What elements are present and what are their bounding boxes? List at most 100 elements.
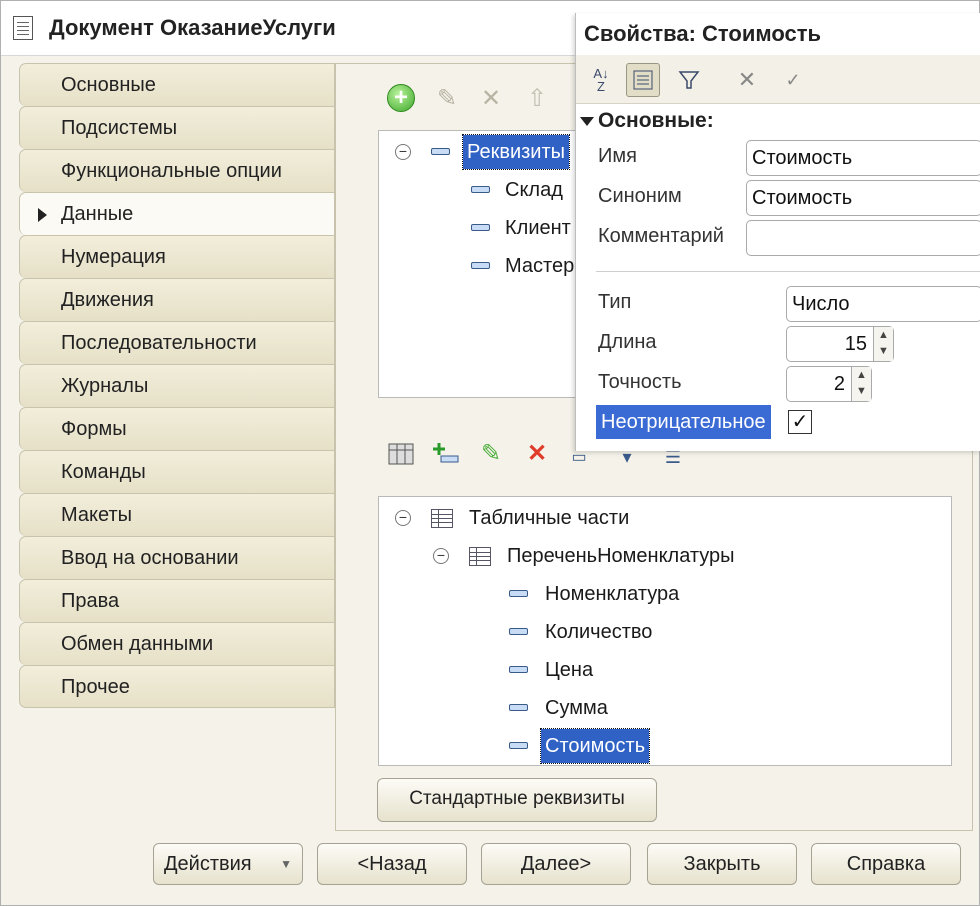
delete-row-icon[interactable]: ✕ — [522, 438, 552, 468]
nav-item-based-on[interactable]: Ввод на основании — [19, 536, 335, 579]
nav-item-functional-options[interactable]: Функциональные опции — [19, 149, 335, 192]
tree-label: Реквизиты — [461, 134, 571, 170]
tree-row[interactable]: Количество — [379, 615, 939, 649]
precision-field[interactable]: 2 ▲ ▼ — [786, 366, 872, 402]
collapse-icon[interactable]: − — [395, 144, 411, 160]
edit-icon[interactable]: ✎ — [432, 83, 462, 113]
divider — [596, 271, 980, 272]
add-icon[interactable]: + — [386, 83, 416, 113]
type-field[interactable]: Число — [786, 286, 980, 322]
nav-item-templates[interactable]: Макеты — [19, 493, 335, 536]
categories-icon[interactable] — [626, 63, 660, 97]
nav-item-movements[interactable]: Движения — [19, 278, 335, 321]
synonym-field[interactable]: Стоимость — [746, 180, 980, 216]
nav-item-label: Права — [61, 590, 120, 612]
tree-row-table[interactable]: − ПереченьНоменклатуры — [379, 539, 939, 573]
properties-title: Свойства: Стоимость — [584, 21, 822, 46]
nav-item-subsystems[interactable]: Подсистемы — [19, 106, 335, 149]
length-field[interactable]: 15 ▲ ▼ — [786, 326, 894, 362]
comment-label: Комментарий — [598, 225, 724, 247]
attribute-icon — [471, 186, 490, 193]
help-button[interactable]: Справка — [811, 843, 961, 885]
delete-icon[interactable]: ✕ — [476, 83, 506, 113]
length-value: 15 — [844, 333, 867, 355]
tree-row[interactable]: Сумма — [379, 691, 939, 725]
attribute-icon — [471, 224, 490, 231]
comment-field[interactable] — [746, 220, 980, 256]
precision-stepper-icon[interactable]: ▲ ▼ — [851, 367, 871, 401]
nav-item-journals[interactable]: Журналы — [19, 364, 335, 407]
length-stepper-icon[interactable]: ▲ ▼ — [873, 327, 893, 361]
nav-item-label: Формы — [61, 418, 127, 440]
section-basic-header[interactable]: Основные: — [580, 109, 714, 133]
precision-label: Точность — [598, 371, 682, 393]
document-window: Документ ОказаниеУслуги Основные Подсист… — [0, 0, 980, 906]
document-icon — [13, 16, 33, 40]
nav-item-basic[interactable]: Основные — [19, 63, 335, 106]
nav-item-label: Прочее — [61, 676, 130, 698]
synonym-label: Синоним — [598, 185, 682, 207]
standard-attributes-button[interactable]: Стандартные реквизиты — [377, 778, 657, 822]
apply-check-icon[interactable]: ✓ — [776, 63, 810, 97]
tabular-parts-tree: − Табличные части − ПереченьНоменклатуры… — [378, 496, 952, 766]
add-column-icon[interactable] — [430, 438, 460, 468]
cancel-icon[interactable]: ✕ — [730, 63, 764, 97]
tree-label: Клиент — [505, 217, 571, 239]
attributes-icon — [431, 148, 450, 155]
collapse-icon[interactable]: − — [433, 548, 449, 564]
nav-item-rights[interactable]: Права — [19, 579, 335, 622]
actions-button[interactable]: Действия ▼ — [153, 843, 303, 885]
tree-label: Количество — [545, 621, 653, 643]
tree-label: Табличные части — [469, 507, 630, 529]
tree-label: ПереченьНоменклатуры — [507, 545, 735, 567]
nav-item-label: Команды — [61, 461, 146, 483]
expand-triangle-icon — [580, 116, 594, 126]
tree-label: Стоимость — [539, 728, 651, 764]
tree-label: Склад — [505, 179, 563, 201]
nav-item-label: Обмен данными — [61, 633, 214, 655]
nav-item-label: Макеты — [61, 504, 132, 526]
tree-row[interactable]: Номенклатура — [379, 577, 939, 611]
nav-item-label: Ввод на основании — [61, 547, 239, 569]
active-marker-icon — [38, 208, 47, 222]
table-icon — [431, 509, 453, 528]
actions-label: Действия — [164, 853, 252, 875]
tree-label: Номенклатура — [545, 583, 680, 605]
collapse-icon[interactable]: − — [395, 510, 411, 526]
nav-item-numbering[interactable]: Нумерация — [19, 235, 335, 278]
tree-label: Цена — [545, 659, 594, 681]
filter-icon[interactable] — [672, 63, 706, 97]
attribute-icon — [509, 628, 528, 635]
nav-item-forms[interactable]: Формы — [19, 407, 335, 450]
type-label: Тип — [598, 291, 632, 313]
nav-item-label: Функциональные опции — [61, 160, 282, 182]
edit-row-icon[interactable]: ✎ — [476, 438, 506, 468]
nonnegative-checkbox[interactable]: ✓ — [788, 410, 812, 434]
length-label: Длина — [598, 331, 657, 353]
sort-alpha-icon[interactable]: A↓ Z — [584, 63, 618, 97]
table-icon — [469, 547, 491, 566]
nav-item-commands[interactable]: Команды — [19, 450, 335, 493]
next-button[interactable]: Далее> — [481, 843, 631, 885]
name-label: Имя — [598, 145, 637, 167]
attribute-icon — [509, 704, 528, 711]
nav-item-sequences[interactable]: Последовательности — [19, 321, 335, 364]
nav-item-data[interactable]: Данные — [19, 192, 335, 235]
table-add-icon[interactable] — [386, 438, 416, 468]
nav-item-label: Журналы — [61, 375, 149, 397]
nav-item-other[interactable]: Прочее — [19, 665, 335, 708]
tree-row[interactable]: Цена — [379, 653, 939, 687]
move-up-icon[interactable]: ⇧ — [522, 83, 552, 113]
nav-item-label: Последовательности — [61, 332, 257, 354]
back-button[interactable]: <Назад — [317, 843, 467, 885]
tree-label: Мастер — [505, 255, 575, 277]
chevron-down-icon: ▼ — [280, 857, 292, 871]
name-field[interactable]: Стоимость — [746, 140, 980, 176]
attribute-icon — [509, 742, 528, 749]
tree-row-tabular-root[interactable]: − Табличные части — [379, 501, 939, 535]
tree-row-selected[interactable]: Стоимость — [379, 728, 939, 764]
tree-label: Сумма — [545, 697, 608, 719]
close-button[interactable]: Закрыть — [647, 843, 797, 885]
nav-item-data-exchange[interactable]: Обмен данными — [19, 622, 335, 665]
nav-item-label: Нумерация — [61, 246, 166, 268]
